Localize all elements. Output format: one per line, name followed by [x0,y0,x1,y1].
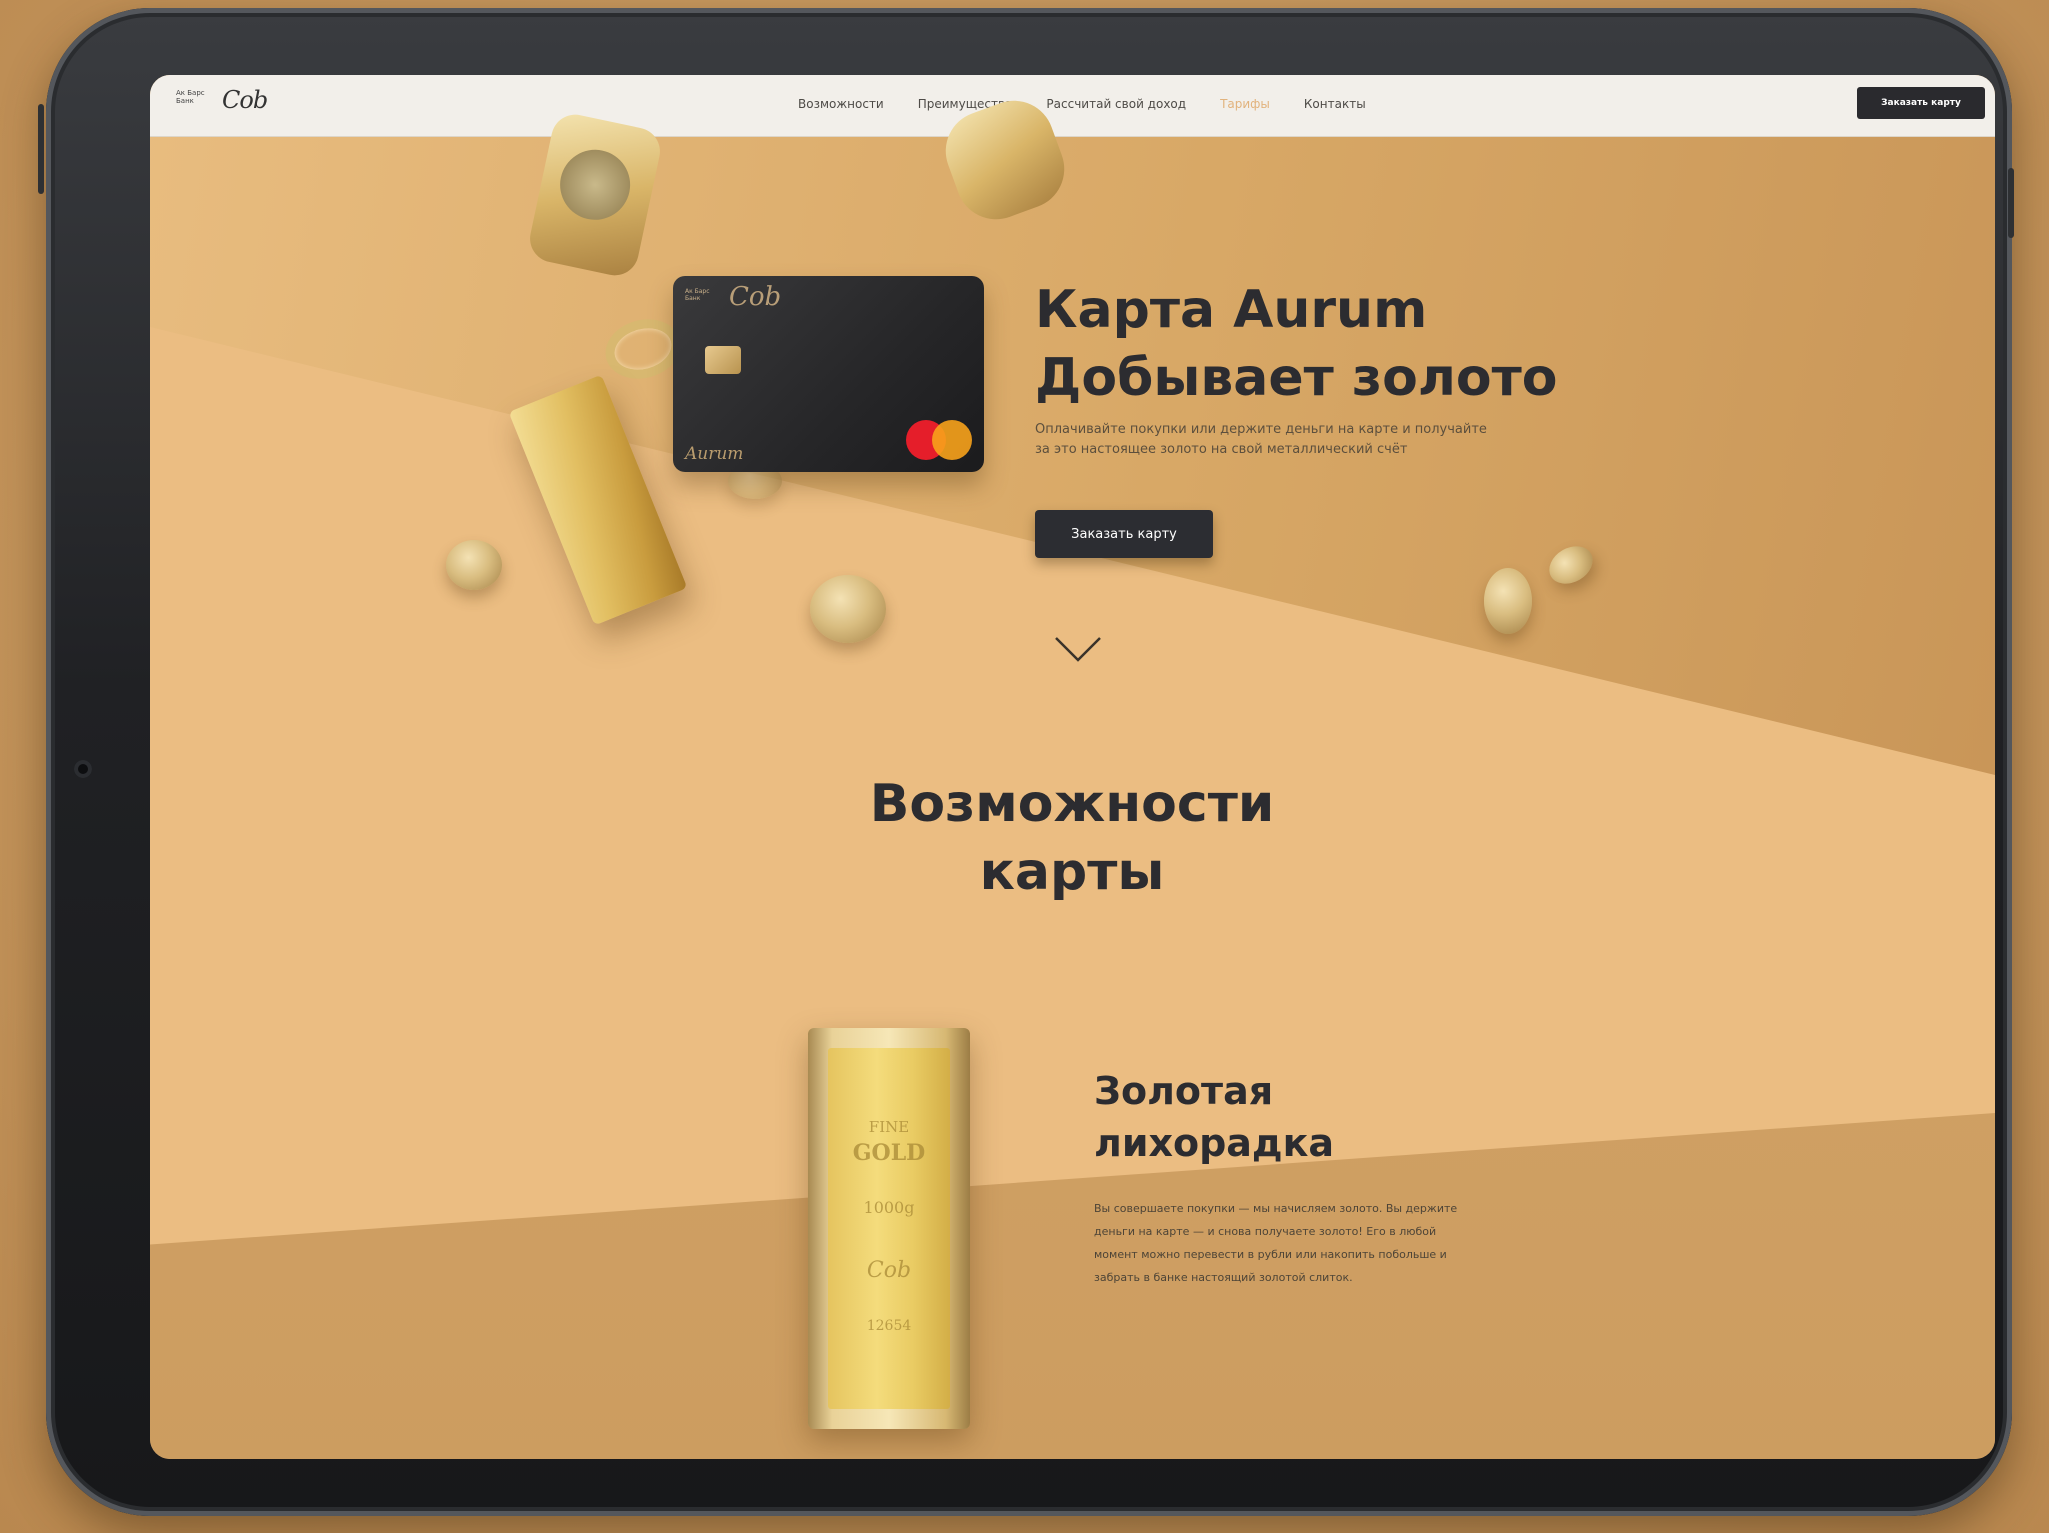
bank-logo-text[interactable]: Ак Барс Банк [176,89,205,105]
nav-order-card-button[interactable]: Заказать карту [1857,87,1985,119]
gold-bar-feature-image: FINE GOLD 1000g Cob 12654 [808,1028,970,1429]
tablet-frame: Ак Барс Банк Cob Возможности Преимуществ… [38,8,2014,1516]
hero-title: Карта Aurum Добывает золото [1035,276,1558,412]
feature-title: Золотая лихорадка [1094,1065,1334,1169]
feature-title-line-1: Золотая [1094,1069,1274,1113]
gold-bar-stamp-logo: Cob [866,1258,912,1283]
gold-bar-face: FINE GOLD 1000g Cob 12654 [828,1048,950,1409]
website-screen: Ак Барс Банк Cob Возможности Преимуществ… [150,75,1995,1459]
features-section-title: Возможности карты [772,770,1372,906]
nav-link-features[interactable]: Возможности [798,97,884,111]
top-navigation: Ак Барс Банк Cob Возможности Преимуществ… [150,75,1995,137]
nav-link-contacts[interactable]: Контакты [1304,97,1366,111]
nav-link-calculator[interactable]: Рассчитай свой доход [1046,97,1186,111]
tablet-volume-button [2008,168,2014,238]
nav-links: Возможности Преимущества Рассчитай свой … [798,97,1366,111]
gold-coin-image [446,540,502,590]
scroll-down-chevron-icon[interactable] [1054,635,1102,663]
hero-description: Оплачивайте покупки или держите деньги н… [1035,422,1487,457]
card-brand-logo: Cob [729,282,782,312]
mastercard-logo-icon [906,420,972,462]
card-chip-icon [705,346,741,374]
gold-bar-stamp-line: FINE [868,1118,910,1136]
watch-face [553,143,637,227]
gold-coin-image [810,575,886,643]
hero-order-card-button[interactable]: Заказать карту [1035,510,1213,558]
tablet-camera [74,760,92,778]
card-bank-text: Ак Барс Банк [685,288,710,302]
hero-title-line-1: Карта Aurum [1035,280,1428,340]
features-title-line-1: Возможности [869,774,1275,834]
gold-coin-image [1484,568,1532,634]
aurum-card-image: Ак Барс Банк Cob Aurum [673,276,984,472]
brand-logo[interactable]: Cob [222,86,268,114]
gold-bar-stamp-line: 12654 [866,1318,912,1334]
feature-title-line-2: лихорадка [1094,1121,1335,1165]
features-title-line-2: карты [979,842,1165,902]
hero-title-line-2: Добывает золото [1035,348,1558,408]
feature-description: Вы совершаете покупки — мы начисляем зол… [1094,1202,1458,1284]
gold-bar-stamp-line: 1000g [863,1198,915,1217]
card-name-text: Aurum [685,444,744,464]
gold-bar-stamp-line: GOLD [852,1140,926,1166]
tablet-side-button [38,104,44,194]
nav-link-tariffs[interactable]: Тарифы [1220,97,1270,111]
